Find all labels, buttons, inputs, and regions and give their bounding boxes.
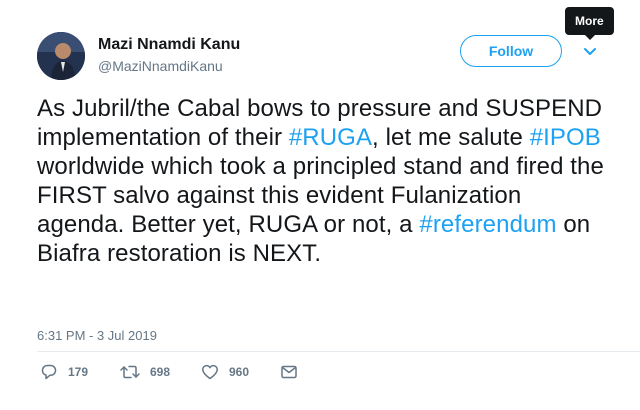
retweet-button[interactable]: 698 xyxy=(120,362,170,382)
envelope-icon xyxy=(281,365,297,379)
heart-icon xyxy=(202,364,218,380)
tweet-timestamp[interactable]: 6:31 PM - 3 Jul 2019 xyxy=(37,328,157,343)
tweet-card: Mazi Nnamdi Kanu @MaziNnamdiKanu Follow … xyxy=(0,0,640,410)
display-name[interactable]: Mazi Nnamdi Kanu xyxy=(98,36,240,54)
more-caret-button[interactable] xyxy=(580,41,600,61)
more-tooltip: More xyxy=(565,7,614,40)
hashtag-link[interactable]: #RUGA xyxy=(289,124,372,151)
divider xyxy=(37,351,640,352)
direct-message-button[interactable] xyxy=(280,362,308,382)
follow-button[interactable]: Follow xyxy=(460,35,562,67)
user-handle[interactable]: @MaziNnamdiKanu xyxy=(98,58,223,74)
reply-count: 179 xyxy=(68,365,89,379)
chevron-down-icon xyxy=(584,48,596,55)
tweet-text-segment: , let me salute xyxy=(372,124,530,151)
reply-button[interactable]: 179 xyxy=(40,362,88,382)
reply-icon xyxy=(41,364,57,380)
avatar[interactable] xyxy=(37,32,85,80)
retweet-icon xyxy=(120,365,140,379)
like-button[interactable]: 960 xyxy=(201,362,249,382)
retweet-count: 698 xyxy=(150,365,171,379)
like-count: 960 xyxy=(229,365,250,379)
hashtag-link[interactable]: #referendum xyxy=(419,211,556,238)
avatar-image xyxy=(37,32,85,80)
tweet-text: As Jubril/the Cabal bows to pressure and… xyxy=(37,94,607,268)
hashtag-link[interactable]: #IPOB xyxy=(530,124,601,151)
